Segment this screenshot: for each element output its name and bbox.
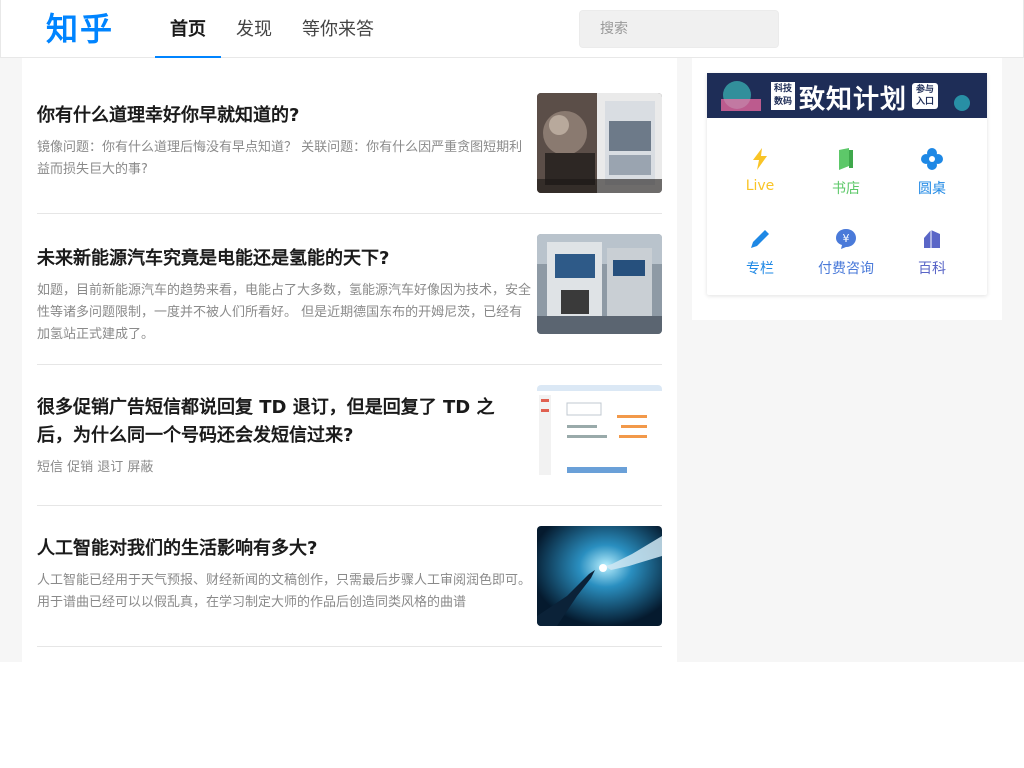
card-title[interactable]: 人工智能对我们的生活影响有多大? [37, 535, 527, 563]
tools-panel: 科技数码 致知计划 参与入口 Live 书店 圆桌 专栏 ¥ 付费咨询 百科 [707, 73, 987, 295]
tool-label: Live [745, 178, 775, 194]
card-thumbnail[interactable] [537, 385, 662, 485]
feed-card[interactable]: 很多促销广告短信都说回复 TD 退订，但是回复了 TD 之后，为什么同一个号码还… [37, 365, 662, 506]
nav-home[interactable]: 首页 [155, 0, 221, 58]
tool-label: 付费咨询 [818, 261, 874, 277]
main-nav: 首页 发现 等你来答 [155, 0, 389, 58]
search-input[interactable]: 搜索 [579, 10, 779, 48]
banner-cta[interactable]: 参与入口 [912, 83, 938, 109]
book-icon [836, 148, 856, 174]
feed-card[interactable]: 人工智能对我们的生活影响有多大? 人工智能已经用于天气预报、财经新闻的文稿创作，… [37, 506, 662, 647]
banner-title: 致知计划 [799, 85, 908, 115]
flower-icon [921, 148, 943, 174]
tool-encyclopedia[interactable]: 百科 [887, 228, 977, 278]
card-title[interactable]: 你有什么道理幸好你早就知道的? [37, 102, 527, 130]
banner-tag: 科技数码 [771, 82, 795, 110]
card-title[interactable]: 很多促销广告短信都说回复 TD 退订，但是回复了 TD 之后，为什么同一个号码还… [37, 394, 527, 450]
tool-label: 专栏 [746, 261, 774, 277]
tool-bookstore[interactable]: 书店 [801, 148, 891, 198]
zhihu-logo[interactable]: 知乎 [46, 4, 114, 50]
lightning-icon [750, 148, 770, 174]
tool-paid-consult[interactable]: ¥ 付费咨询 [801, 228, 891, 278]
top-bar: 知乎 首页 发现 等你来答 搜索 [0, 0, 1024, 58]
yen-bubble-icon: ¥ [835, 229, 857, 254]
tool-label: 百科 [918, 261, 946, 277]
card-excerpt: 短信 促销 退订 屏蔽 [37, 460, 154, 475]
card-excerpt: 如题，目前新能源汽车的趋势来看，电能占了大多数，氢能源汽车好像因为技术，安全性等… [37, 283, 532, 342]
svg-text:¥: ¥ [843, 232, 850, 245]
card-title[interactable]: 未来新能源汽车究竟是电能还是氢能的天下? [37, 245, 527, 273]
feed-card[interactable]: 你有什么道理幸好你早就知道的? 镜像问题：你有什么道理后悔没有早点知道？ 关联问… [37, 58, 662, 214]
right-sidebar: 科技数码 致知计划 参与入口 Live 书店 圆桌 专栏 ¥ 付费咨询 百科 [692, 58, 1002, 320]
tool-label: 书店 [832, 181, 860, 197]
feed-list: 你有什么道理幸好你早就知道的? 镜像问题：你有什么道理后悔没有早点知道？ 关联问… [22, 58, 677, 662]
tool-column[interactable]: 专栏 [715, 228, 805, 278]
tool-live[interactable]: Live [715, 148, 805, 194]
tool-label: 圆桌 [918, 181, 946, 197]
tools-grid: Live 书店 圆桌 专栏 ¥ 付费咨询 百科 [707, 118, 987, 295]
tool-roundtable[interactable]: 圆桌 [887, 148, 977, 198]
nav-explore[interactable]: 发现 [221, 0, 287, 58]
encyclopedia-icon [921, 230, 943, 254]
feed-card[interactable]: 未来新能源汽车究竟是电能还是氢能的天下? 如题，目前新能源汽车的趋势来看，电能占… [37, 214, 662, 365]
card-thumbnail[interactable] [537, 526, 662, 626]
card-thumbnail[interactable] [537, 234, 662, 334]
card-thumbnail[interactable] [537, 93, 662, 193]
card-excerpt: 人工智能已经用于天气预报、财经新闻的文稿创作，只需最后步骤人工审阅润色即可。用于… [37, 573, 532, 610]
promo-banner[interactable]: 科技数码 致知计划 参与入口 [707, 73, 987, 118]
card-excerpt: 镜像问题：你有什么道理后悔没有早点知道？ 关联问题：你有什么因严重贪图短期利益而… [37, 140, 523, 177]
pencil-icon [749, 230, 771, 254]
nav-waiting-answers[interactable]: 等你来答 [287, 0, 389, 58]
